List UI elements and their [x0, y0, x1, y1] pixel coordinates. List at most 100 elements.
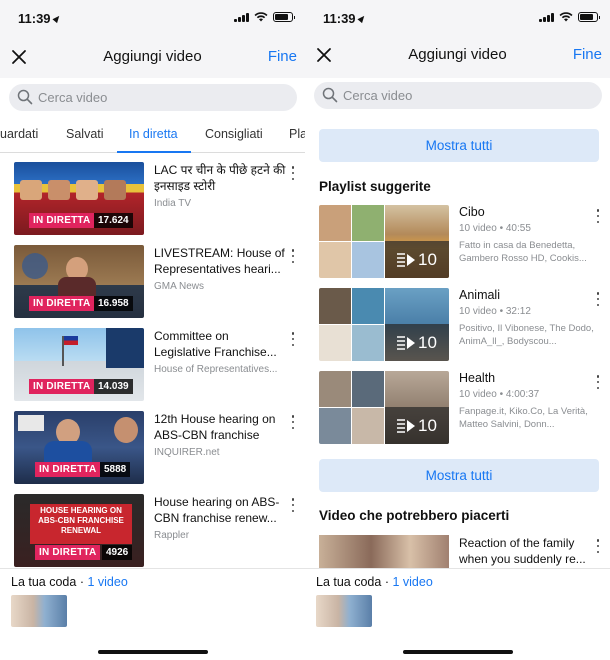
playlist-count-overlay: 10: [385, 324, 449, 361]
status-time: 11:39: [18, 11, 62, 26]
show-all-button[interactable]: Mostra tutti: [319, 129, 599, 162]
more-vertical-icon[interactable]: [596, 292, 600, 306]
playlist-item[interactable]: 10 Animali 10 video • 32:12 Positivo, Il…: [305, 288, 610, 362]
home-indicator: [97, 650, 208, 654]
viewer-count: 16.958: [94, 296, 133, 311]
wifi-icon: [254, 12, 268, 22]
video-source: India TV: [154, 198, 192, 209]
queue-label: La tua coda · 1 video: [316, 575, 433, 589]
playlist-name: Cibo: [459, 205, 485, 219]
live-badge: IN DIRETTA: [35, 462, 101, 477]
video-source: Rappler: [154, 530, 190, 541]
queue-count: 1 video: [392, 575, 433, 589]
tab-saved[interactable]: Salvati: [66, 127, 104, 141]
video-title: 12th House hearing on ABS-CBN franchise: [154, 412, 276, 442]
live-badge: IN DIRETTA: [35, 545, 101, 560]
video-thumbnail: IN DIRETTA 16.958: [14, 245, 144, 318]
more-vertical-icon[interactable]: [596, 209, 600, 223]
section-title-recommended: Video che potrebbero piacerti: [319, 508, 510, 523]
thumbnail-caption: HOUSE HEARING ON ABS-CBN FRANCHISE RENEW…: [38, 506, 124, 535]
video-thumbnail: IN DIRETTA 5888: [14, 411, 144, 484]
home-indicator: [402, 650, 513, 654]
playlist-meta: 10 video • 32:12: [459, 306, 531, 317]
done-button[interactable]: Fine: [573, 46, 602, 63]
queue-bar[interactable]: La tua coda · 1 video: [0, 568, 305, 660]
signal-icon: [539, 12, 554, 22]
show-all-button[interactable]: Mostra tutti: [319, 459, 599, 492]
search-placeholder: Cerca video: [343, 88, 413, 103]
list-item[interactable]: IN DIRETTA 5888 12th House hearing on AB…: [0, 411, 305, 491]
playlist-count-overlay: 10: [385, 241, 449, 278]
video-source: INQUIRER.net: [154, 447, 220, 458]
playlist-name: Health: [459, 371, 496, 385]
playlist-play-icon: [397, 418, 416, 433]
status-time: 11:39: [323, 11, 367, 26]
playlist-meta: 10 video • 40:55: [459, 223, 531, 234]
tab-suggested[interactable]: Consigliati: [205, 127, 263, 141]
playlist-item[interactable]: 10 Cibo 10 video • 40:55 Fatto in casa d…: [305, 205, 610, 279]
search-input[interactable]: Cerca video: [314, 82, 602, 109]
more-vertical-icon[interactable]: [291, 166, 295, 180]
video-thumbnail: IN DIRETTA 14.039: [14, 328, 144, 401]
page-title: Aggiungi video: [103, 48, 202, 65]
playlist-thumbnail: 10: [319, 288, 449, 361]
queue-thumbnail[interactable]: [11, 595, 67, 627]
live-badge: IN DIRETTA: [29, 213, 95, 228]
tab-watched[interactable]: uardati: [0, 127, 38, 141]
header: Aggiungi video Fine: [0, 36, 305, 78]
left-screen: 11:39 Aggiungi video Fine Cerca video ua…: [0, 0, 305, 660]
more-vertical-icon[interactable]: [596, 375, 600, 389]
more-vertical-icon[interactable]: [291, 415, 295, 429]
tab-bar: uardati Salvati In diretta Consigliati P…: [0, 118, 305, 153]
status-bar: 11:39: [0, 0, 305, 36]
page-title: Aggiungi video: [408, 46, 507, 63]
location-arrow-icon: [356, 13, 367, 24]
battery-icon: [273, 12, 295, 22]
video-thumbnail: HOUSE HEARING ON ABS-CBN FRANCHISE RENEW…: [14, 494, 144, 567]
search-input[interactable]: Cerca video: [9, 84, 297, 111]
more-vertical-icon[interactable]: [291, 332, 295, 346]
playlist-item[interactable]: 10 Health 10 video • 4:00:37 Fanpage.it,…: [305, 371, 610, 445]
tab-live[interactable]: In diretta: [129, 127, 178, 141]
status-icons: [539, 12, 600, 22]
more-vertical-icon[interactable]: [291, 249, 295, 263]
playlist-thumbnail: 10: [319, 205, 449, 278]
section-title-playlists: Playlist suggerite: [319, 179, 431, 194]
playlist-name: Animali: [459, 288, 500, 302]
playlist-count-overlay: 10: [385, 407, 449, 444]
playlist-play-icon: [397, 252, 416, 267]
viewer-count: 14.039: [94, 379, 133, 394]
video-title: Reaction of the family when you suddenly…: [459, 536, 586, 566]
live-badge: IN DIRETTA: [29, 379, 95, 394]
signal-icon: [234, 12, 249, 22]
video-title: Committee on Legislative Franchise...: [154, 329, 277, 359]
video-title: LIVESTREAM: House of Representatives hea…: [154, 246, 285, 276]
list-item[interactable]: IN DIRETTA 16.958 LIVESTREAM: House of R…: [0, 245, 305, 325]
viewer-count: 17.624: [94, 213, 133, 228]
queue-thumbnail[interactable]: [316, 595, 372, 627]
video-title: House hearing on ABS-CBN franchise renew…: [154, 495, 280, 525]
more-vertical-icon[interactable]: [596, 539, 600, 553]
list-item[interactable]: HOUSE HEARING ON ABS-CBN FRANCHISE RENEW…: [0, 494, 305, 574]
playlist-play-icon: [397, 335, 416, 350]
search-placeholder: Cerca video: [38, 90, 108, 105]
video-source: GMA News: [154, 281, 205, 292]
search-icon: [17, 89, 33, 105]
queue-count: 1 video: [87, 575, 128, 589]
viewer-count: 5888: [100, 462, 131, 477]
live-badge: IN DIRETTA: [29, 296, 95, 311]
more-vertical-icon[interactable]: [291, 498, 295, 512]
viewer-count: 4926: [102, 545, 133, 560]
playlist-meta: 10 video • 4:00:37: [459, 389, 540, 400]
video-thumbnail: IN DIRETTA 17.624: [14, 162, 144, 235]
playlist-description: Fanpage.it, Kiko.Co, La Verità, Matteo S…: [459, 406, 588, 430]
queue-bar[interactable]: La tua coda · 1 video: [305, 568, 610, 660]
playlist-description: Positivo, Il Vibonese, The Dodo, AnimA_l…: [459, 323, 594, 347]
status-icons: [234, 12, 295, 22]
list-item[interactable]: IN DIRETTA 17.624 LAC पर चीन के पीछे हटन…: [0, 162, 305, 242]
video-source: House of Representatives...: [154, 364, 278, 375]
list-item[interactable]: IN DIRETTA 14.039 Committee on Legislati…: [0, 328, 305, 408]
playlist-description: Fatto in casa da Benedetta, Gambero Ross…: [459, 240, 587, 264]
tab-playlists[interactable]: Pla: [289, 127, 305, 141]
done-button[interactable]: Fine: [268, 48, 297, 65]
